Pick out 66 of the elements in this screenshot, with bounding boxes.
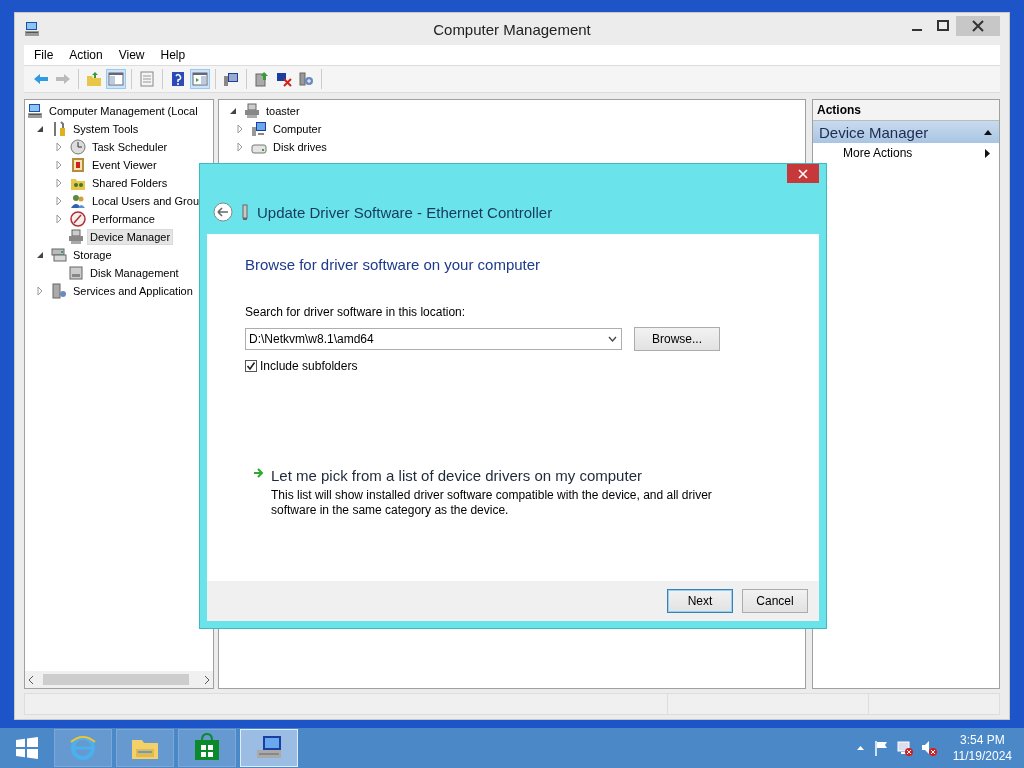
tree-item[interactable]: Computer [270,121,325,137]
close-icon[interactable] [787,164,819,183]
tree-item[interactable]: Event Viewer [89,157,160,173]
event-log-icon [70,157,86,173]
action-pane-icon[interactable] [190,69,210,89]
device-icon [241,204,249,220]
clock[interactable]: 3:54 PM 11/19/2024 [952,732,1012,764]
add-hardware-icon[interactable] [296,69,316,89]
arrow-icon [253,467,265,479]
scroll-left-icon[interactable] [27,673,35,686]
tree-item[interactable]: Disk drives [270,139,330,155]
path-combo-box[interactable]: D:\Netkvm\w8.1\amd64 [245,328,622,350]
pane-header: Actions [813,100,999,121]
storage-icon [51,247,67,263]
submenu-arrow-icon[interactable] [984,147,991,159]
action-label[interactable]: More Actions [843,146,984,160]
tree-item[interactable]: Performance [89,211,158,227]
tree-item[interactable]: Services and Application [70,283,196,299]
device-icon [244,103,260,119]
start-icon[interactable] [15,736,39,760]
option-description: This list will show installed driver software compatible with the device, and all driver software in the same category as the device. [271,488,713,518]
device-icon [68,229,84,245]
tree-item[interactable]: Computer Management (Local [46,103,201,119]
volume-icon[interactable] [920,740,937,756]
scroll-right-icon[interactable] [203,673,211,686]
option-link[interactable]: Let me pick from a list of device drivers on my computer [271,467,721,484]
section-title: Device Manager [819,123,930,141]
tree-item[interactable]: Local Users and Grou [89,193,202,209]
folder-icon[interactable] [84,69,104,89]
close-icon[interactable] [956,16,1000,36]
dialog-button[interactable]: Cancel [742,589,808,613]
browse-button[interactable]: Browse... [634,327,720,351]
checkbox-label[interactable]: Include subfolders [260,359,358,373]
taskbar-button[interactable] [240,729,298,767]
menu-item[interactable]: View [110,48,153,62]
show-hidden-icon[interactable] [855,744,865,752]
tree-item[interactable]: Storage [70,247,115,263]
collapse-arrow-icon[interactable] [983,128,993,136]
dialog-button[interactable]: Next [667,589,733,613]
clock-icon [70,139,86,155]
tree-item[interactable]: Device Manager [87,229,174,245]
field-label: Search for driver software in this location: [245,305,466,319]
menu-item[interactable]: Help [152,48,194,62]
gauge-icon [70,211,86,227]
services-icon [51,283,67,299]
heading: Browse for driver software on your computer [245,256,542,273]
tree-item[interactable]: Task Scheduler [89,139,171,155]
console-tree-icon[interactable] [106,69,126,89]
tree-item[interactable]: toaster [263,103,303,119]
app-icon [24,21,40,37]
monitor-icon [251,121,267,137]
users-icon [70,193,86,209]
tree-item[interactable]: Shared Folders [89,175,171,191]
checkbox[interactable] [245,360,257,372]
menu-item[interactable]: File [26,48,62,62]
tree-item[interactable]: System Tools [70,121,142,137]
horizontal-scrollbar[interactable] [25,671,213,688]
tree-item[interactable]: Disk Management [87,265,182,281]
network-icon[interactable] [896,740,913,756]
dialog-title: Update Driver Software - Ethernet Controller [257,203,553,221]
back-button-icon[interactable] [213,202,233,222]
computer-icon [27,103,43,119]
flag-icon[interactable] [872,740,889,756]
menu-item[interactable]: Action [61,48,111,62]
window-title: Computer Management [433,20,591,38]
tools-icon [51,121,67,137]
